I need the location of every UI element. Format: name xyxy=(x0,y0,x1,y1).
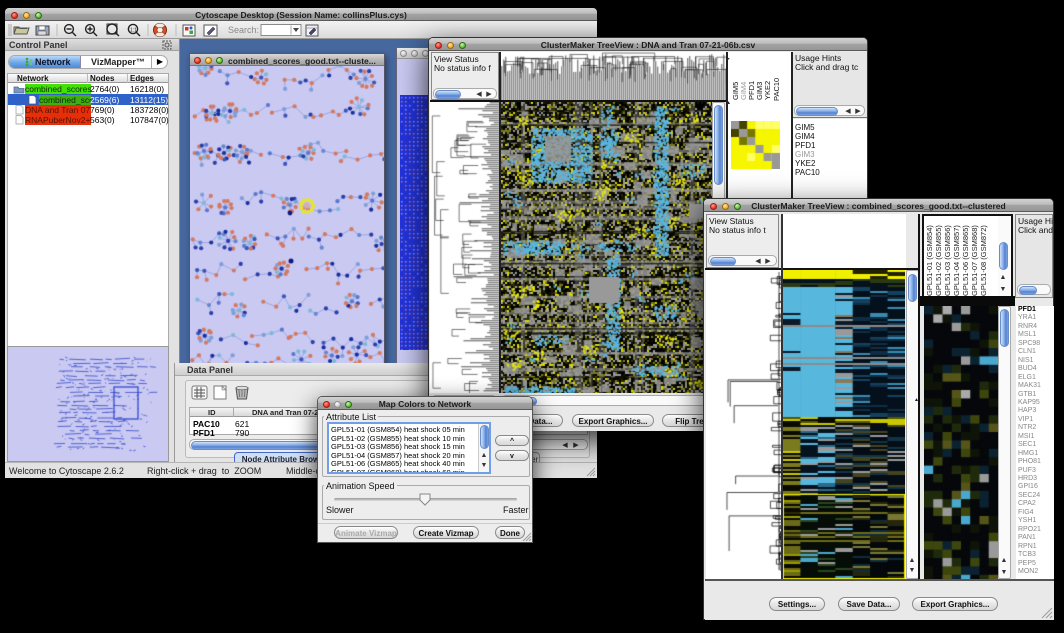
svg-text:GPL51-07 (GSM868): GPL51-07 (GSM868) xyxy=(970,225,979,296)
svg-text:GPL51-04 (GSM857): GPL51-04 (GSM857) xyxy=(952,225,961,296)
svg-text:YKE2: YKE2 xyxy=(763,81,772,100)
svg-text:1:1: 1:1 xyxy=(130,28,137,34)
svg-text:GPL51-03 (GSM856): GPL51-03 (GSM856) xyxy=(943,225,952,296)
svg-text:GPL51-02 (GSM855): GPL51-02 (GSM855) xyxy=(934,225,943,296)
svg-text:GPL51-01 (GSM854): GPL51-01 (GSM854) xyxy=(925,225,934,296)
svg-text:PAC10: PAC10 xyxy=(772,78,781,101)
svg-text:Search:: Search: xyxy=(228,25,259,35)
svg-text:GPL51-08 (GSM872): GPL51-08 (GSM872) xyxy=(979,225,988,296)
svg-text:GPL51-06 (GSM865): GPL51-06 (GSM865) xyxy=(961,225,970,296)
